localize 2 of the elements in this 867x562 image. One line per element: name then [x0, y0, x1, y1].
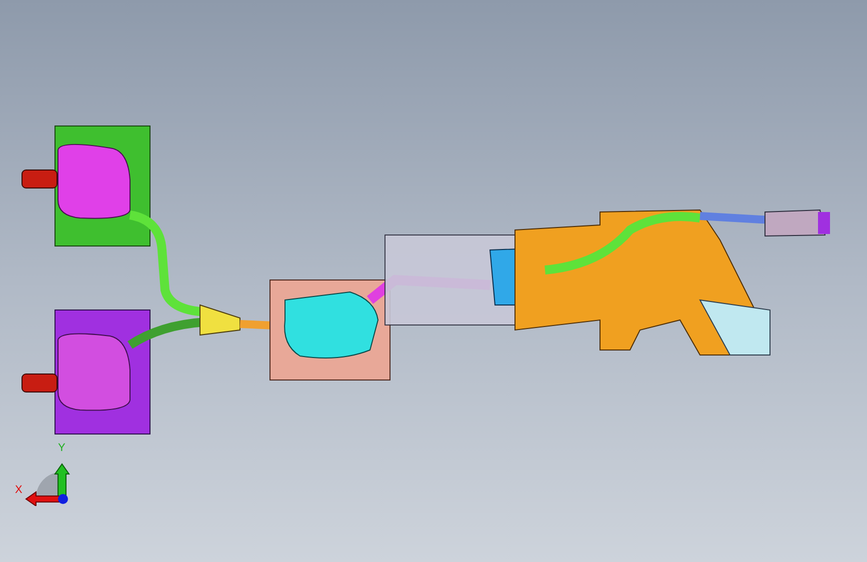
y-axis-label: Y	[58, 443, 66, 454]
x-axis-label: X	[15, 485, 22, 496]
